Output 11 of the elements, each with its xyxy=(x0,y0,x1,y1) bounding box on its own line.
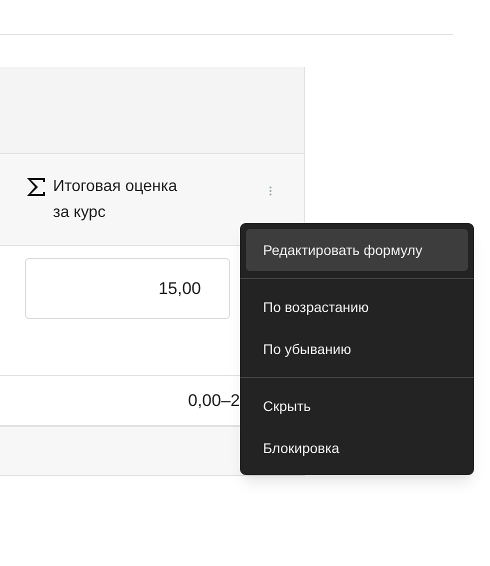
more-icon xyxy=(269,186,272,196)
column-menu-button[interactable] xyxy=(267,184,274,198)
menu-item[interactable]: Блокировка xyxy=(246,427,468,469)
range-text: 0,00–2 xyxy=(188,390,240,412)
sigma-icon xyxy=(25,176,47,198)
menu-item[interactable]: По возрастанию xyxy=(246,286,468,328)
grade-input[interactable]: 15,00 xyxy=(25,258,230,319)
menu-item[interactable]: Скрыть xyxy=(246,385,468,427)
menu-item[interactable]: Редактировать формулу xyxy=(246,229,468,271)
column-title: Итоговая оценка за курс xyxy=(53,177,178,223)
menu-item[interactable]: По убыванию xyxy=(246,328,468,370)
